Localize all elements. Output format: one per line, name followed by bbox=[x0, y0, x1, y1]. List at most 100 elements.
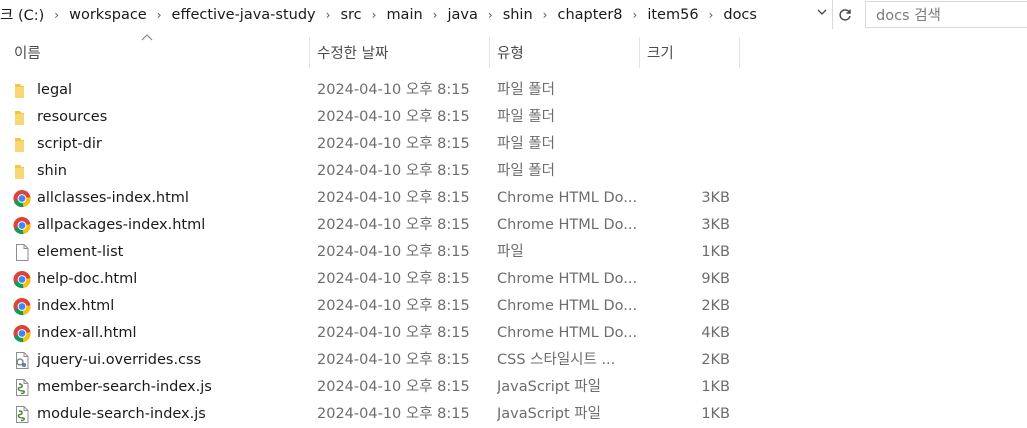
column-header-type[interactable]: 유형 bbox=[497, 37, 637, 67]
file-type: JavaScript 파일 bbox=[497, 406, 601, 422]
file-row[interactable]: resources 2024-04-10 오후 8:15 파일 폴더 bbox=[0, 104, 1027, 131]
breadcrumb-item[interactable]: java bbox=[443, 0, 481, 29]
file-name: index.html bbox=[37, 298, 115, 314]
file-list: legal 2024-04-10 오후 8:15 파일 폴더 resources 202… bbox=[0, 77, 1027, 428]
file-date-modified: 2024-04-10 오후 8:15 bbox=[317, 352, 470, 368]
chrome-icon bbox=[12, 297, 32, 316]
breadcrumb-separator-icon[interactable]: › bbox=[48, 8, 65, 22]
file-name: member-search-index.js bbox=[37, 379, 212, 395]
file-name: jquery-ui.overrides.css bbox=[37, 352, 202, 368]
breadcrumb-item[interactable]: docs bbox=[719, 0, 761, 29]
column-divider[interactable] bbox=[639, 37, 640, 68]
file-row[interactable]: script-dir 2024-04-10 오후 8:15 파일 폴더 bbox=[0, 131, 1027, 158]
file-type: 파일 폴더 bbox=[497, 163, 555, 179]
address-history-dropdown[interactable] bbox=[814, 5, 830, 23]
file-name: module-search-index.js bbox=[37, 406, 206, 422]
column-divider[interactable] bbox=[489, 37, 490, 68]
breadcrumb-separator-icon[interactable]: › bbox=[320, 8, 337, 22]
file-type: Chrome HTML Do... bbox=[497, 298, 637, 314]
file-size: 1KB bbox=[701, 244, 730, 260]
file-size: 2KB bbox=[701, 352, 730, 368]
breadcrumb-label: src bbox=[340, 6, 362, 23]
file-name: shin bbox=[37, 163, 67, 179]
breadcrumb-item[interactable]: chapter8 bbox=[553, 0, 626, 29]
file-size: 3KB bbox=[701, 190, 730, 206]
column-divider[interactable] bbox=[739, 37, 740, 68]
file-name: resources bbox=[37, 109, 108, 125]
file-row[interactable]: module-search-index.js 2024-04-10 오후 8:15… bbox=[0, 401, 1027, 428]
file-type: JavaScript 파일 bbox=[497, 379, 601, 395]
chevron-down-icon bbox=[817, 9, 827, 15]
file-date-modified: 2024-04-10 오후 8:15 bbox=[317, 82, 470, 98]
file-row[interactable]: help-doc.html 2024-04-10 오후 8:15 Chrome HT… bbox=[0, 266, 1027, 293]
breadcrumb-label: chapter8 bbox=[557, 6, 623, 23]
breadcrumb-item[interactable]: item56 bbox=[643, 0, 702, 29]
breadcrumb-separator-icon[interactable]: › bbox=[627, 8, 644, 22]
file-date-modified: 2024-04-10 오후 8:15 bbox=[317, 217, 470, 233]
file-type: Chrome HTML Do... bbox=[497, 190, 637, 206]
breadcrumb-item[interactable]: 크 (C:) bbox=[0, 0, 48, 29]
file-type: 파일 폴더 bbox=[497, 136, 555, 152]
folder-icon bbox=[12, 108, 32, 127]
file-size bbox=[640, 77, 730, 104]
file-size bbox=[640, 131, 730, 158]
folder-icon bbox=[12, 162, 32, 181]
column-header-date-modified[interactable]: 수정한 날짜 bbox=[317, 37, 487, 67]
file-row[interactable]: allpackages-index.html 2024-04-10 오후 8:15… bbox=[0, 212, 1027, 239]
file-row[interactable]: allclasses-index.html 2024-04-10 오후 8:15 C… bbox=[0, 185, 1027, 212]
file-date-modified: 2024-04-10 오후 8:15 bbox=[317, 379, 470, 395]
file-type: 파일 폴더 bbox=[497, 109, 555, 125]
file-size: 1KB bbox=[701, 406, 730, 422]
file-type: CSS 스타일시트 ... bbox=[497, 352, 616, 368]
refresh-button[interactable] bbox=[832, 0, 856, 29]
breadcrumb-item[interactable]: main bbox=[382, 0, 426, 29]
file-row[interactable]: shin 2024-04-10 오후 8:15 파일 폴더 bbox=[0, 158, 1027, 185]
file-date-modified: 2024-04-10 오후 8:15 bbox=[317, 163, 470, 179]
file-size: 1KB bbox=[701, 379, 730, 395]
chrome-icon bbox=[12, 189, 32, 208]
breadcrumb-item[interactable]: src bbox=[336, 0, 365, 29]
folder-icon bbox=[12, 135, 32, 154]
breadcrumb-separator-icon[interactable]: › bbox=[537, 8, 554, 22]
file-row[interactable]: element-list 2024-04-10 오후 8:15 파일 1KB bbox=[0, 239, 1027, 266]
search-input[interactable]: docs 검색 bbox=[865, 1, 1027, 28]
file-row[interactable]: index-all.html 2024-04-10 오후 8:15 Chrome H… bbox=[0, 320, 1027, 347]
breadcrumb-item[interactable]: effective-java-study bbox=[168, 0, 320, 29]
breadcrumb-separator-icon[interactable]: › bbox=[482, 8, 499, 22]
js-file-icon bbox=[12, 405, 32, 424]
file-type: Chrome HTML Do... bbox=[497, 217, 637, 233]
file-date-modified: 2024-04-10 오후 8:15 bbox=[317, 271, 470, 287]
breadcrumb-separator-icon[interactable]: › bbox=[427, 8, 444, 22]
file-row[interactable]: jquery-ui.overrides.css 2024-04-10 오후 8:1… bbox=[0, 347, 1027, 374]
file-row[interactable]: legal 2024-04-10 오후 8:15 파일 폴더 bbox=[0, 77, 1027, 104]
file-row[interactable]: member-search-index.js 2024-04-10 오후 8:15… bbox=[0, 374, 1027, 401]
breadcrumb-item[interactable]: workspace bbox=[65, 0, 151, 29]
file-row[interactable]: index.html 2024-04-10 오후 8:15 Chrome HTML … bbox=[0, 293, 1027, 320]
chrome-icon bbox=[12, 216, 32, 235]
breadcrumb-label: 크 (C:) bbox=[0, 8, 45, 24]
file-size: 3KB bbox=[701, 217, 730, 233]
file-date-modified: 2024-04-10 오후 8:15 bbox=[317, 298, 470, 314]
file-name: script-dir bbox=[37, 136, 102, 152]
folder-icon bbox=[12, 81, 32, 100]
breadcrumb-separator-icon[interactable]: › bbox=[703, 8, 720, 22]
file-size: 9KB bbox=[701, 271, 730, 287]
file-name: element-list bbox=[37, 244, 124, 260]
breadcrumb-separator-icon[interactable]: › bbox=[366, 8, 383, 22]
address-bar: 크 (C:) › workspace › effective-java-study › sr… bbox=[0, 0, 1027, 29]
breadcrumb-item[interactable]: shin bbox=[499, 0, 537, 29]
breadcrumb-separator-icon[interactable]: › bbox=[151, 8, 168, 22]
file-type: 파일 폴더 bbox=[497, 82, 555, 98]
file-date-modified: 2024-04-10 오후 8:15 bbox=[317, 109, 470, 125]
file-type: 파일 bbox=[497, 244, 524, 260]
column-header-name[interactable]: 이름 bbox=[14, 37, 308, 67]
js-file-icon bbox=[12, 378, 32, 397]
chrome-icon bbox=[12, 324, 32, 343]
column-header-size[interactable]: 크기 bbox=[647, 37, 737, 67]
file-name: legal bbox=[37, 82, 73, 98]
breadcrumb-label: shin bbox=[502, 6, 533, 23]
file-size bbox=[640, 158, 730, 185]
file-date-modified: 2024-04-10 오후 8:15 bbox=[317, 325, 470, 341]
file-date-modified: 2024-04-10 오후 8:15 bbox=[317, 244, 470, 260]
column-divider[interactable] bbox=[309, 37, 310, 68]
